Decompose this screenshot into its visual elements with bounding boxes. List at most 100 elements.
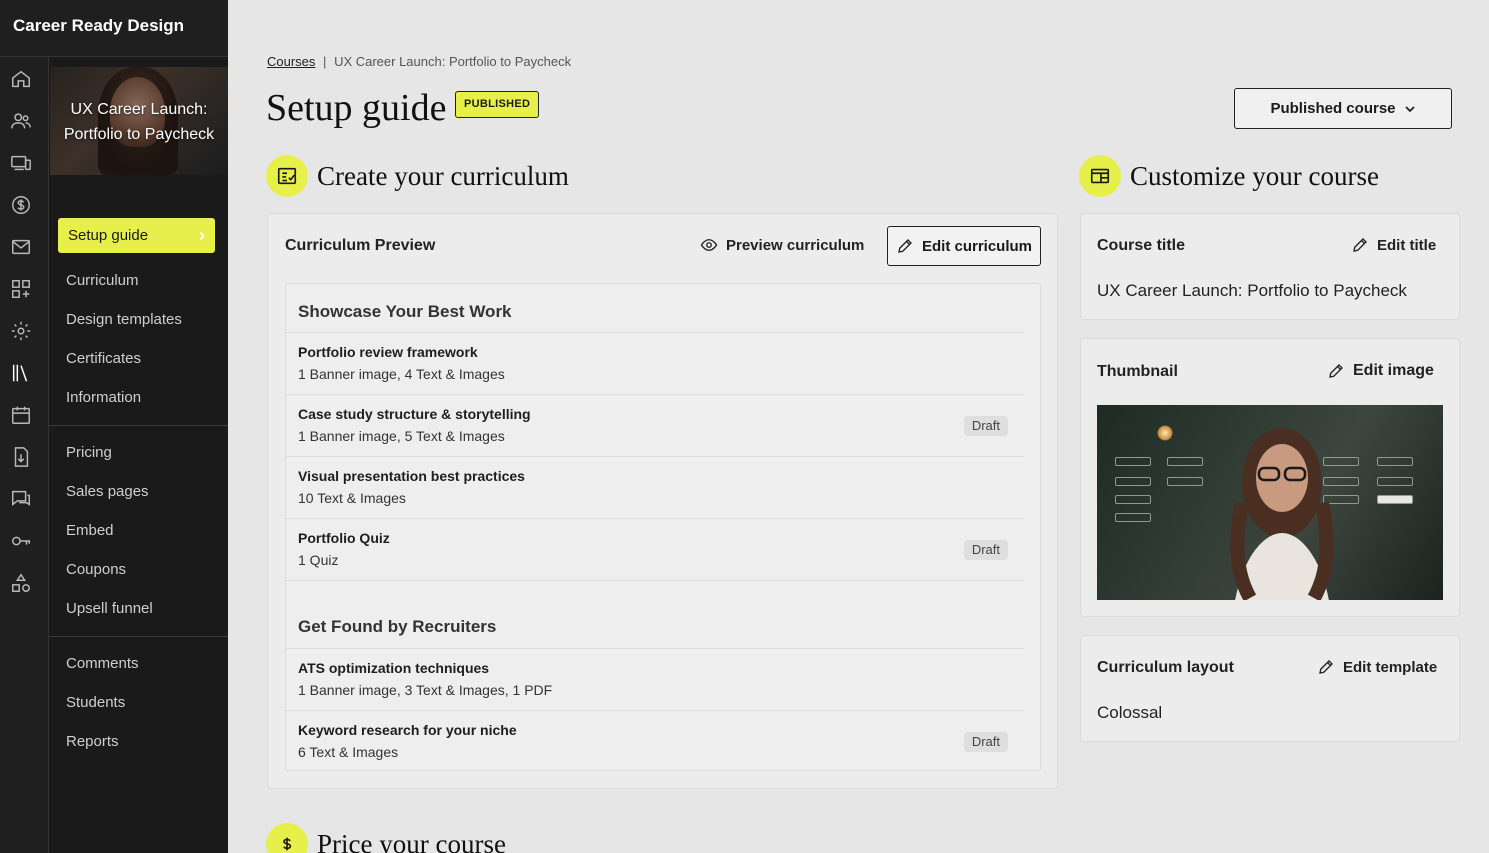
- home-icon[interactable]: [9, 67, 33, 91]
- edit-image-label: Edit image: [1353, 362, 1434, 379]
- layout-icon: [1079, 155, 1121, 197]
- nav-certificates[interactable]: Certificates: [66, 350, 141, 367]
- pricing-section-title: Price your course: [317, 828, 506, 853]
- published-course-label: Published course: [1270, 100, 1396, 117]
- sidebar-divider: [49, 425, 228, 426]
- library-icon[interactable]: [9, 361, 33, 385]
- calendar-icon[interactable]: [9, 403, 33, 427]
- eye-icon: [700, 239, 718, 251]
- chat-icon[interactable]: [9, 487, 33, 511]
- curriculum-section-header: Create your curriculum: [266, 155, 569, 197]
- status-badge: PUBLISHED: [455, 91, 540, 118]
- nav-comments[interactable]: Comments: [66, 655, 139, 672]
- nav-setup-guide-label: Setup guide: [68, 227, 149, 244]
- course-card-title: UX Career Launch: Portfolio to Paycheck: [63, 101, 215, 143]
- breadcrumb: Courses | UX Career Launch: Portfolio to…: [267, 54, 571, 69]
- edit-title-button[interactable]: Edit title: [1351, 236, 1436, 254]
- shapes-icon[interactable]: [9, 571, 33, 595]
- draft-badge: Draft: [963, 732, 1008, 752]
- nav-embed[interactable]: Embed: [66, 522, 114, 539]
- lesson-contents: 1 Quiz: [298, 552, 339, 568]
- edit-template-label: Edit template: [1343, 658, 1438, 676]
- curriculum-layout-value: Colossal: [1097, 703, 1163, 722]
- sidebar-divider: [49, 636, 228, 637]
- lesson-row[interactable]: Portfolio review framework 1 Banner imag…: [286, 332, 1024, 394]
- lesson-title: Keyword research for your niche: [298, 722, 517, 738]
- lesson-title: Portfolio review framework: [298, 344, 478, 360]
- curriculum-section-title: Create your curriculum: [317, 160, 569, 191]
- lesson-row[interactable]: Keyword research for your niche 6 Text &…: [286, 710, 1024, 772]
- customize-section-header: Customize your course: [1079, 155, 1379, 197]
- key-icon[interactable]: [9, 529, 33, 553]
- nav-students[interactable]: Students: [66, 694, 125, 711]
- edit-template-button[interactable]: Edit template: [1317, 658, 1437, 676]
- page-title: Setup guide: [266, 87, 447, 129]
- dollar-icon[interactable]: [9, 193, 33, 217]
- dollar-icon: [266, 823, 308, 853]
- edit-image-button[interactable]: Edit image: [1327, 362, 1434, 380]
- lesson-contents: 1 Banner image, 5 Text & Images: [298, 428, 505, 444]
- chapter-divider: [286, 580, 1024, 582]
- curriculum-preview-title: Curriculum Preview: [285, 237, 436, 254]
- pricing-section-header: Price your course: [266, 823, 506, 853]
- lesson-row[interactable]: ATS optimization techniques 1 Banner ima…: [286, 648, 1024, 710]
- mail-icon[interactable]: [9, 235, 33, 259]
- brand-name[interactable]: Career Ready Design: [0, 0, 228, 57]
- nav-information[interactable]: Information: [66, 389, 141, 406]
- devices-icon[interactable]: [9, 151, 33, 175]
- breadcrumb-separator: |: [323, 54, 327, 69]
- customize-section-title: Customize your course: [1130, 160, 1379, 191]
- curriculum-layout-panel: Curriculum layout Colossal: [1080, 635, 1460, 742]
- edit-curriculum-label: Edit curriculum: [921, 237, 1033, 255]
- lesson-title: ATS optimization techniques: [298, 660, 490, 676]
- breadcrumb-courses-link[interactable]: Courses: [267, 54, 315, 69]
- users-icon[interactable]: [9, 109, 33, 133]
- chevron-down-icon: [1404, 105, 1415, 112]
- chapter-title: Get Found by Recruiters: [298, 617, 497, 636]
- lesson-contents: 1 Banner image, 4 Text & Images: [298, 366, 505, 382]
- breadcrumb-current: UX Career Launch: Portfolio to Paycheck: [334, 54, 572, 69]
- pencil-icon: [1353, 238, 1367, 252]
- lesson-title: Portfolio Quiz: [298, 530, 390, 546]
- checklist-icon: [266, 155, 308, 197]
- lesson-row[interactable]: Portfolio Quiz 1 Quiz Draft: [286, 518, 1024, 580]
- chapter-title: Showcase Your Best Work: [298, 302, 512, 321]
- preview-curriculum-button[interactable]: Preview curriculum: [700, 236, 864, 254]
- draft-badge: Draft: [963, 540, 1008, 560]
- pencil-icon: [898, 239, 912, 253]
- nav-design-templates[interactable]: Design templates: [66, 311, 182, 328]
- nav-upsell-funnel[interactable]: Upsell funnel: [66, 600, 153, 617]
- nav-pricing[interactable]: Pricing: [66, 444, 112, 461]
- download-doc-icon[interactable]: [9, 445, 33, 469]
- lesson-contents: 10 Text & Images: [298, 490, 406, 506]
- published-course-dropdown[interactable]: Published course: [1234, 88, 1452, 129]
- lesson-contents: 1 Banner image, 3 Text & Images, 1 PDF: [298, 682, 553, 698]
- nav-sales-pages[interactable]: Sales pages: [66, 483, 149, 500]
- lesson-title: Case study structure & storytelling: [298, 406, 531, 422]
- nav-curriculum[interactable]: Curriculum: [66, 272, 139, 289]
- course-sidebar: UX Career Launch: Portfolio to Paycheck …: [49, 57, 228, 853]
- lesson-row[interactable]: Visual presentation best practices 10 Te…: [286, 456, 1024, 518]
- nav-setup-guide[interactable]: Setup guide ›: [58, 218, 215, 253]
- lesson-contents: 6 Text & Images: [298, 744, 399, 760]
- gear-icon[interactable]: [9, 319, 33, 343]
- lesson-row[interactable]: Case study structure & storytelling 1 Ba…: [286, 394, 1024, 456]
- course-card[interactable]: UX Career Launch: Portfolio to Paycheck: [50, 67, 228, 175]
- thumbnail-label: Thumbnail: [1097, 363, 1178, 380]
- curriculum-list: Showcase Your Best Work Portfolio review…: [285, 283, 1041, 771]
- nav-coupons[interactable]: Coupons: [66, 561, 126, 578]
- apps-icon[interactable]: [9, 277, 33, 301]
- course-title-panel: Course title UX Career Launch: Portfolio…: [1080, 213, 1460, 320]
- pencil-icon: [1329, 364, 1343, 378]
- edit-title-label: Edit title: [1377, 236, 1437, 254]
- edit-curriculum-button[interactable]: Edit curriculum: [887, 226, 1041, 266]
- pencil-icon: [1319, 660, 1333, 674]
- curriculum-layout-label: Curriculum layout: [1097, 659, 1234, 676]
- icon-rail: [0, 57, 49, 853]
- draft-badge: Draft: [963, 416, 1008, 436]
- lesson-title: Visual presentation best practices: [298, 468, 525, 484]
- nav-reports[interactable]: Reports: [66, 733, 119, 750]
- course-title-label: Course title: [1097, 237, 1186, 254]
- thumbnail-image[interactable]: [1097, 405, 1443, 600]
- chevron-right-icon: ›: [199, 225, 205, 245]
